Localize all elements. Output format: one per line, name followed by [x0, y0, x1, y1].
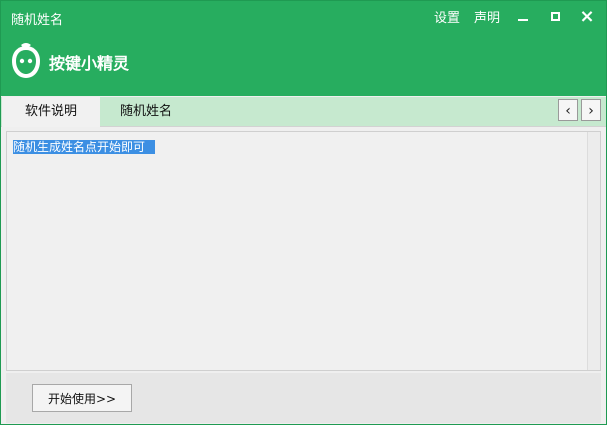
- app-logo: 按键小精灵: [9, 43, 129, 81]
- window-title: 随机姓名: [11, 13, 64, 28]
- statement-link[interactable]: 声明: [474, 7, 500, 26]
- close-icon: ×: [579, 5, 595, 27]
- tab-next-button[interactable]: ›: [581, 99, 601, 121]
- vertical-scrollbar[interactable]: [587, 132, 600, 370]
- logo-text: 按键小精灵: [49, 54, 130, 73]
- close-button[interactable]: ×: [578, 5, 596, 27]
- maximize-button[interactable]: [546, 8, 564, 26]
- footer-bar: 开始使用>>: [6, 373, 601, 423]
- maximize-icon: [550, 12, 560, 21]
- header-bar: 随机姓名 设置 声明 × 按键小精灵: [1, 1, 606, 96]
- app-window: 随机姓名 设置 声明 × 按键小精灵 软件说明 随机姓名 ‹ › 随机生成姓名点…: [0, 0, 607, 425]
- description-text[interactable]: 随机生成姓名点开始即可: [13, 140, 156, 154]
- sprite-logo-icon: [12, 43, 40, 78]
- top-right-controls: 设置 声明 ×: [434, 7, 596, 26]
- settings-link[interactable]: 设置: [434, 7, 460, 26]
- tab-prev-button[interactable]: ‹: [558, 99, 578, 121]
- minimize-icon: [518, 18, 528, 21]
- content-area[interactable]: 随机生成姓名点开始即可: [6, 131, 601, 371]
- start-button[interactable]: 开始使用>>: [32, 384, 132, 412]
- minimize-button[interactable]: [514, 8, 532, 26]
- tab-software-description[interactable]: 软件说明: [2, 97, 100, 127]
- tab-bar: 软件说明 随机姓名 ‹ ›: [1, 97, 606, 127]
- tab-random-name[interactable]: 随机姓名: [101, 97, 191, 127]
